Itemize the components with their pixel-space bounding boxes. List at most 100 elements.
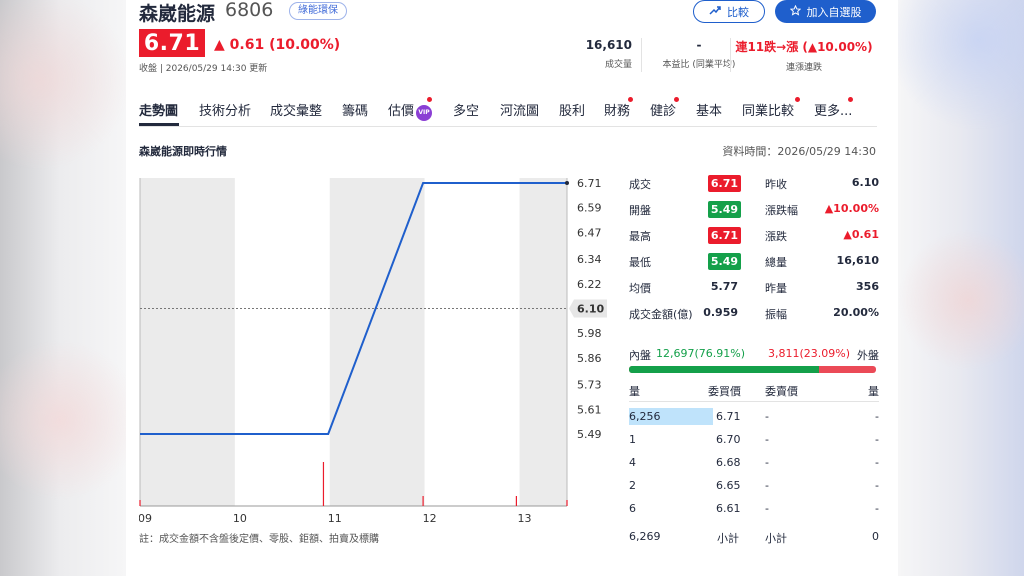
quote-value: 5.77 [710,280,738,293]
tab-bull-bear[interactable]: 多空 [453,100,479,119]
bid-price-header: 委買價 [708,385,741,398]
ask-qty: - [875,410,879,423]
data-time: 資料時間：2026/05/29 14:30 [722,145,876,158]
outer-label: 外盤 [857,349,879,362]
quote-value-badge: 6.71 [707,227,741,244]
stat-streak-value: 連11跌→漲 (▲10.00%) [735,40,873,54]
stat-streak: 連11跌→漲 (▲10.00%) 連漲連跌 [731,38,877,73]
bid-price: 6.68 [716,456,741,469]
y-tick-label: 5.86 [577,352,602,365]
y-tick-label: 6.59 [577,202,602,215]
stat-divider [641,38,642,72]
quote-value: 16,610 [836,254,879,267]
bid-qty: 2 [629,479,636,492]
tab-basic[interactable]: 基本 [696,100,722,119]
more-ellipsis: ... [840,104,853,119]
quote-label: 漲跌幅 [765,204,798,217]
last-price-point [565,181,569,185]
quote-label: 均價 [629,282,651,295]
ask-qty: - [875,433,879,446]
tab-trade-summary[interactable]: 成交彙整 [270,100,322,119]
tab-valuation[interactable]: 估價 VIP [388,100,433,121]
industry-tag[interactable]: 綠能環保 [289,2,347,20]
tab-health-check[interactable]: 健診 [650,100,676,119]
x-tick-label: 11 [328,512,342,525]
close-note: 收盤 | 2026/05/29 14:30 更新 [139,64,268,74]
quote-label: 開盤 [629,204,651,217]
quote-value: ▲0.61 [843,228,879,241]
quote-row: 均價 5.77 昨量 356 [629,276,879,296]
hour-band [424,178,520,506]
orderbook-subtotal: 6,269 小計 小計 0 [629,530,879,546]
hour-band [234,178,330,506]
stat-volume: 16,610 成交量 [586,38,632,70]
quote-label: 振幅 [765,308,787,321]
bid-total: 6,269 [629,530,661,543]
quote-value-badge: 5.49 [707,253,741,270]
ask-subtotal-label: 小計 [765,532,787,545]
stock-name: 森崴能源 [139,3,216,25]
footnote: 註：成交金額不含盤後定價、零股、鉅額、拍賣及標購 [139,534,379,545]
ask-price: - [765,502,769,515]
y-tick-label: 5.49 [577,428,602,441]
orderbook-row: 1 6.70 - - [629,429,879,449]
stock-code: 6806 [225,0,274,21]
tab-financials[interactable]: 財務 [604,100,630,119]
x-tick-label: 13 [518,512,532,525]
intraday-chart[interactable]: 6.71 6.59 6.47 6.34 6.22 6.10 5.98 5.86 5.73 5.61… [139,170,609,526]
orderbook-divider [629,401,879,402]
quote-row: 成交 6.71 昨收 6.10 [629,172,879,192]
inner-value: 12,697(76.91%) [656,347,746,360]
bid-qty: 4 [629,456,636,469]
quote-value: 20.00% [833,306,879,319]
background-left [0,0,126,576]
quote-row: 成交金額(億) 0.959 振幅 20.00% [629,302,879,322]
ask-qty: - [875,456,879,469]
add-watchlist-button[interactable]: 加入自選股 [775,0,876,23]
tab-river-chart[interactable]: 河流圖 [500,100,539,119]
inner-outer-row: 內盤 12,697(76.91%) 3,811(23.09%) 外盤 [629,347,879,363]
compare-button[interactable]: 比較 [693,0,765,23]
vip-badge: VIP [416,105,433,121]
outer-value: 3,811(23.09%) [767,347,850,360]
notification-dot [795,97,800,102]
ask-qty: - [875,479,879,492]
quote-row: 最低 5.49 總量 16,610 [629,250,879,270]
y-tick-label: 5.73 [577,379,602,392]
star-icon [789,4,801,19]
tab-dividend[interactable]: 股利 [559,100,585,119]
orderbook-row: 4 6.68 - - [629,452,879,472]
tab-technical[interactable]: 技術分析 [199,100,251,119]
orderbook-row: 2 6.65 - - [629,475,879,495]
y-tick-label: 6.10 [577,303,604,316]
tab-trend[interactable]: 走勢圖 [139,100,178,119]
compare-icon [709,4,721,19]
y-tick-label: 6.22 [577,278,602,291]
bid-subtotal-label: 小計 [717,532,739,545]
ask-qty-header: 量 [868,385,879,398]
quote-label: 最低 [629,256,651,269]
price-change: ▲ 0.61 (10.00%) [214,37,340,53]
notification-dot [628,97,633,102]
tab-more[interactable]: 更多... [814,100,852,119]
nav-tabs: 走勢圖 技術分析 成交彙整 籌碼 估價 VIP 多空 河流圖 股利 財務 健診 基… [139,97,877,126]
bid-price: 6.71 [716,410,741,423]
inner-label: 內盤 [629,349,651,362]
section-title: 森崴能源即時行情 [139,145,227,158]
background-right [898,0,1024,576]
quote-value: 6.10 [851,176,879,189]
quote-label: 最高 [629,230,651,243]
ask-price: - [765,479,769,492]
quote-value: 356 [856,280,879,293]
stat-volume-value: 16,610 [585,38,632,52]
up-triangle-icon: ▲ [214,37,225,53]
bid-price: 6.70 [716,433,741,446]
tab-peer-compare[interactable]: 同業比較 [742,100,794,119]
bid-qty: 6 [629,502,636,515]
orderbook-row: 6,256 6.71 - - [629,406,879,426]
tab-more-label: 更多 [814,104,841,119]
price-change-value: 0.61 (10.00%) [229,37,341,53]
tab-chips[interactable]: 籌碼 [342,100,368,119]
bid-qty: 6,256 [629,410,661,423]
x-tick-label: 10 [233,512,247,525]
